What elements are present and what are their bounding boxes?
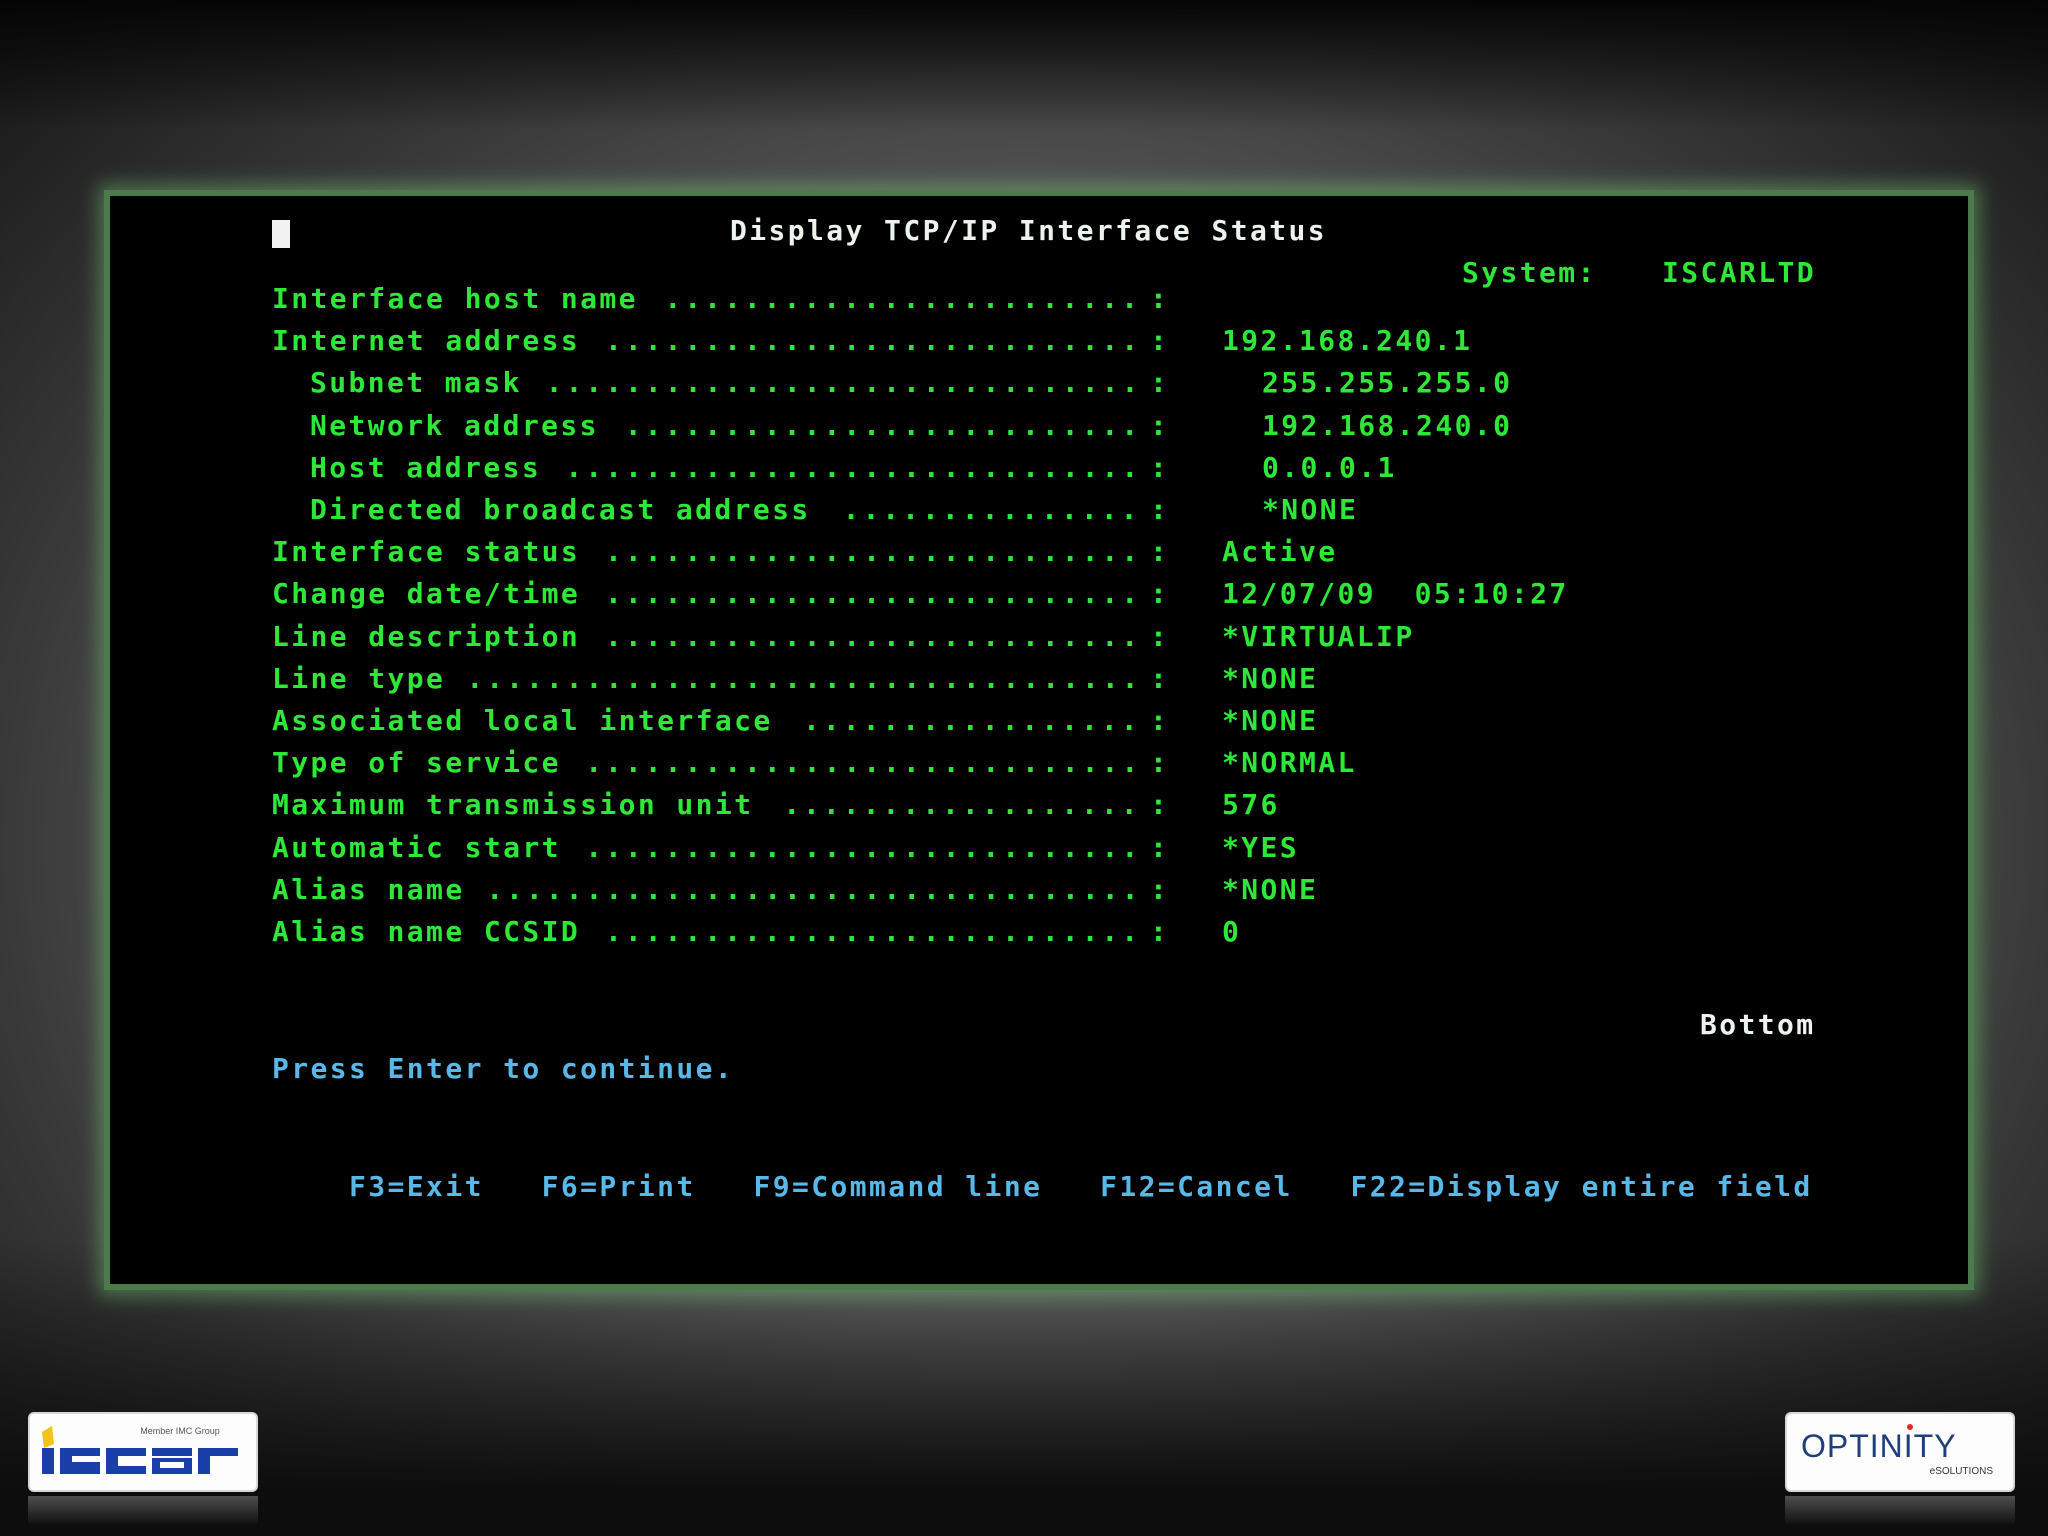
field-label: Type of service bbox=[272, 746, 561, 779]
optinity-wordmark: OPTINITY bbox=[1801, 1428, 1957, 1464]
field-value: *NONE bbox=[1222, 662, 1319, 695]
screen-title: Display TCP/IP Interface Status bbox=[730, 214, 1327, 247]
field-value: 12/07/09 05:10:27 bbox=[1222, 577, 1569, 610]
field-separator: : bbox=[1150, 915, 1170, 948]
optinity-logo-reflection bbox=[1785, 1496, 2015, 1526]
field-label: Internet address bbox=[272, 324, 581, 357]
continue-prompt: Press Enter to continue. bbox=[272, 1052, 735, 1085]
field-separator: : bbox=[1150, 831, 1170, 864]
field-value: *NORMAL bbox=[1222, 746, 1357, 779]
field-separator: : bbox=[1150, 409, 1170, 442]
optinity-tagline: eSOLUTIONS bbox=[1929, 1466, 1993, 1477]
field-value: 0.0.0.1 bbox=[1262, 451, 1397, 484]
field-separator: : bbox=[1150, 493, 1170, 526]
system-name: ISCARLTD bbox=[1662, 256, 1817, 289]
terminal-screen[interactable]: Display TCP/IP Interface Status System: … bbox=[104, 190, 1974, 1290]
field-label: Associated local interface bbox=[272, 704, 773, 737]
field-value: 0 bbox=[1222, 915, 1242, 948]
dot-leader: ........................... bbox=[605, 577, 1142, 610]
dot-leader: ........................... bbox=[605, 324, 1142, 357]
field-separator: : bbox=[1150, 282, 1170, 315]
dot-leader: .......................... bbox=[624, 409, 1142, 442]
field-value: 192.168.240.1 bbox=[1222, 324, 1473, 357]
field-value: *NONE bbox=[1222, 873, 1319, 906]
f3-exit-key[interactable]: F3=Exit bbox=[349, 1170, 484, 1203]
dot-leader: ............................ bbox=[585, 831, 1142, 864]
field-label: Alias name bbox=[272, 873, 465, 906]
dot-leader: ........................... bbox=[605, 620, 1142, 653]
dot-leader: ........................... bbox=[605, 535, 1142, 568]
f9-command-line-key[interactable]: F9=Command line bbox=[753, 1170, 1042, 1203]
dot-leader: ............... bbox=[842, 493, 1141, 526]
field-label: Change date/time bbox=[272, 577, 581, 610]
field-value: *YES bbox=[1222, 831, 1300, 864]
dot-leader: .................................. bbox=[466, 662, 1142, 695]
dot-leader: ............................. bbox=[565, 451, 1142, 484]
background-top-shade bbox=[0, 0, 2048, 130]
field-label: Automatic start bbox=[272, 831, 561, 864]
field-value: Active bbox=[1222, 535, 1338, 568]
field-separator: : bbox=[1150, 704, 1170, 737]
dot-leader: ........................ bbox=[664, 282, 1141, 315]
iscar-logo-reflection bbox=[28, 1496, 258, 1526]
field-label: Host address bbox=[310, 451, 542, 484]
field-label: Subnet mask bbox=[310, 366, 522, 399]
field-value: *NONE bbox=[1262, 493, 1359, 526]
optinity-dot-icon bbox=[1907, 1424, 1913, 1430]
bottom-indicator: Bottom bbox=[1700, 1008, 1816, 1041]
field-separator: : bbox=[1150, 577, 1170, 610]
dot-leader: .............................. bbox=[545, 366, 1142, 399]
svg-text:Member IMC Group: Member IMC Group bbox=[140, 1426, 220, 1436]
field-separator: : bbox=[1150, 873, 1170, 906]
dot-leader: .................. bbox=[783, 788, 1141, 821]
field-separator: : bbox=[1150, 788, 1170, 821]
field-label: Interface host name bbox=[272, 282, 638, 315]
f12-cancel-key[interactable]: F12=Cancel bbox=[1100, 1170, 1293, 1203]
field-separator: : bbox=[1150, 620, 1170, 653]
field-label: Directed broadcast address bbox=[310, 493, 811, 526]
function-key-bar: F3=Exit F6=Print F9=Command line F12=Can… bbox=[272, 1136, 1813, 1238]
field-label: Line description bbox=[272, 620, 581, 653]
dot-leader: ................................. bbox=[486, 873, 1142, 906]
field-label: Maximum transmission unit bbox=[272, 788, 754, 821]
field-value: 576 bbox=[1222, 788, 1280, 821]
system-label: System: bbox=[1462, 256, 1597, 289]
field-label: Interface status bbox=[272, 535, 581, 568]
field-value: *VIRTUALIP bbox=[1222, 620, 1415, 653]
text-cursor bbox=[272, 220, 290, 248]
f6-print-key[interactable]: F6=Print bbox=[542, 1170, 696, 1203]
optinity-logo: OPTINITY eSOLUTIONS bbox=[1785, 1412, 2015, 1492]
field-separator: : bbox=[1150, 366, 1170, 399]
iscar-logo: Member IMC Group bbox=[28, 1412, 258, 1492]
f22-display-entire-field-key[interactable]: F22=Display entire field bbox=[1350, 1170, 1812, 1203]
dot-leader: ................. bbox=[803, 704, 1141, 737]
field-separator: : bbox=[1150, 451, 1170, 484]
field-value: *NONE bbox=[1222, 704, 1319, 737]
field-separator: : bbox=[1150, 746, 1170, 779]
field-label: Line type bbox=[272, 662, 446, 695]
dot-leader: ............................ bbox=[585, 746, 1142, 779]
field-separator: : bbox=[1150, 324, 1170, 357]
iscar-logo-mark: Member IMC Group bbox=[42, 1426, 238, 1474]
dot-leader: ........................... bbox=[605, 915, 1142, 948]
field-label: Alias name CCSID bbox=[272, 915, 581, 948]
field-separator: : bbox=[1150, 535, 1170, 568]
field-value: 255.255.255.0 bbox=[1262, 366, 1513, 399]
field-separator: : bbox=[1150, 662, 1170, 695]
field-label: Network address bbox=[310, 409, 599, 442]
field-value: 192.168.240.0 bbox=[1262, 409, 1513, 442]
